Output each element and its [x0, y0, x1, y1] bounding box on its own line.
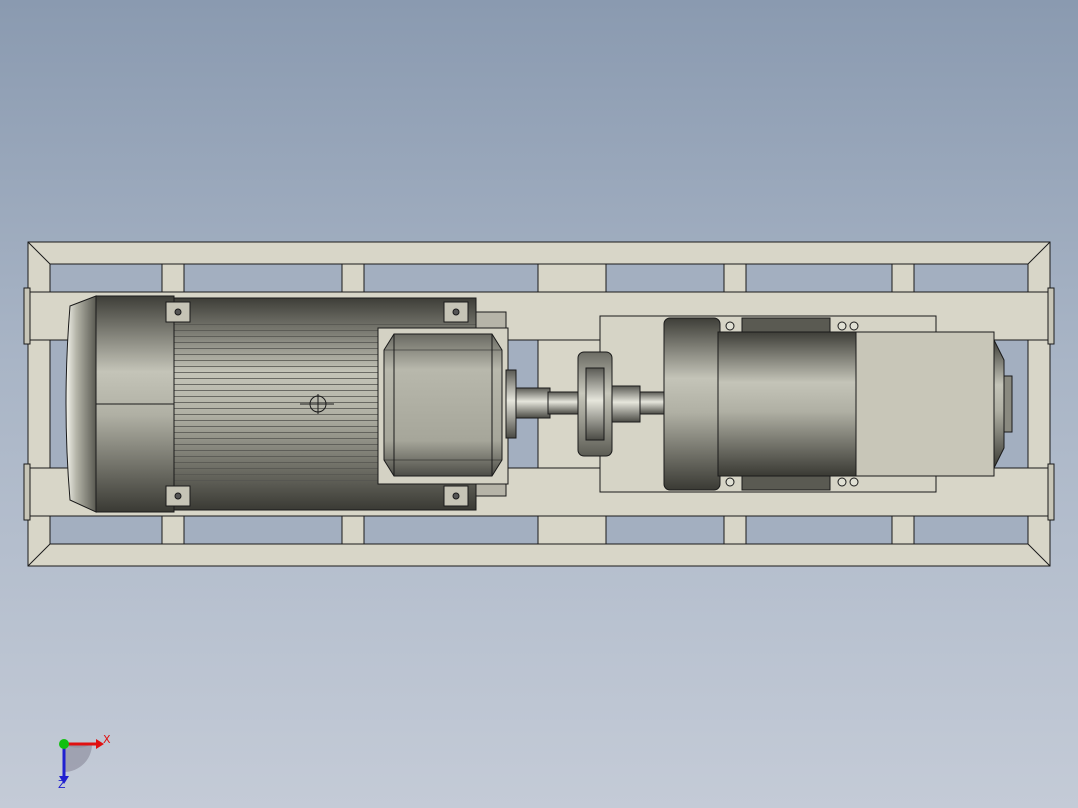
x-axis-label: X: [103, 733, 111, 746]
main-motor[interactable]: [65, 295, 509, 513]
driven-unit[interactable]: [663, 317, 1013, 491]
z-axis-label: Z: [58, 778, 66, 791]
graphics-viewport[interactable]: X Z: [0, 0, 1078, 808]
y-axis-dot: [59, 739, 69, 749]
cad-model-view[interactable]: [0, 0, 1078, 808]
